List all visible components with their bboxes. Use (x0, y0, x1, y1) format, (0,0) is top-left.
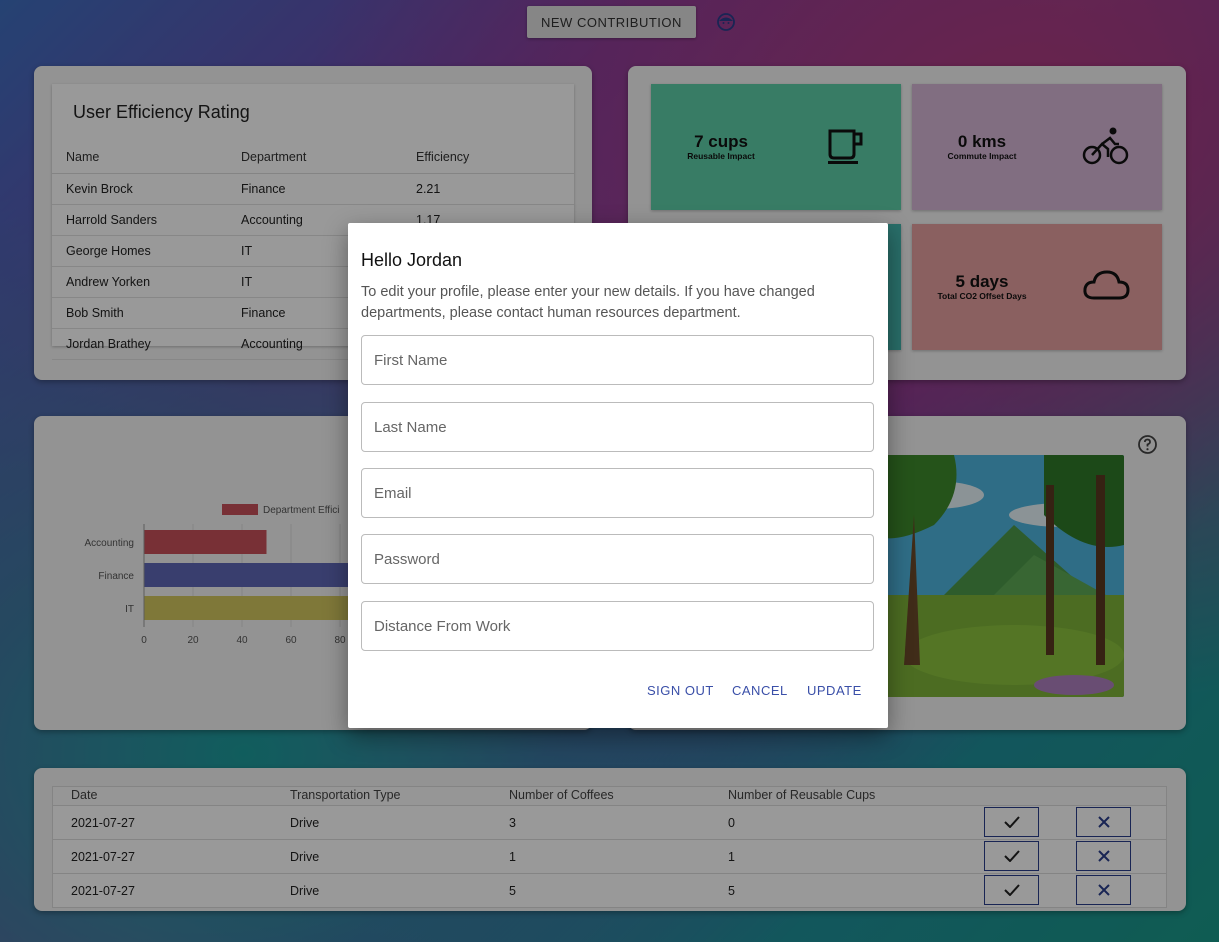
sign-out-button[interactable]: SIGN OUT (647, 683, 714, 698)
update-button[interactable]: UPDATE (807, 683, 862, 698)
last-name-field[interactable] (361, 402, 874, 452)
dialog-description: To edit your profile, please enter your … (361, 284, 815, 321)
edit-profile-dialog: Hello Jordan To edit your profile, pleas… (348, 223, 888, 728)
distance-field[interactable] (361, 601, 874, 651)
dialog-title: Hello Jordan (361, 250, 463, 270)
cancel-button[interactable]: CANCEL (732, 683, 788, 698)
email-field[interactable] (361, 468, 874, 518)
password-field[interactable] (361, 534, 874, 584)
first-name-field[interactable] (361, 335, 874, 385)
